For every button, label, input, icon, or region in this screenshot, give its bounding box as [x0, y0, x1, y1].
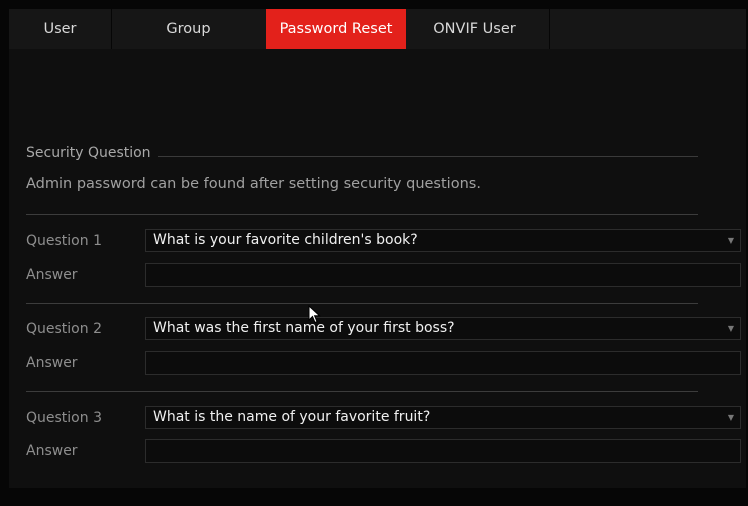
tab-group[interactable]: Group — [112, 9, 265, 49]
question-1-value: What is your favorite children's book? — [153, 232, 418, 248]
divider — [26, 214, 698, 215]
divider — [26, 303, 698, 304]
question-1-select[interactable]: What is your favorite children's book? ▼ — [145, 229, 741, 252]
answer-2-label: Answer — [26, 355, 78, 371]
tab-bar: User Group Password Reset ONVIF User — [9, 9, 746, 49]
chevron-down-icon: ▼ — [727, 413, 734, 422]
question-3-label: Question 3 — [26, 410, 102, 426]
question-3-value: What is the name of your favorite fruit? — [153, 409, 431, 425]
answer-3-input[interactable] — [145, 439, 741, 463]
mouse-pointer-icon — [308, 305, 321, 324]
question-2-value: What was the first name of your first bo… — [153, 320, 455, 336]
tab-divider — [549, 9, 550, 49]
divider — [26, 391, 698, 392]
answer-2-input[interactable] — [145, 351, 741, 375]
question-1-label: Question 1 — [26, 233, 102, 249]
section-title: Security Question — [26, 145, 151, 161]
answer-3-label: Answer — [26, 443, 78, 459]
section-divider — [158, 156, 698, 157]
chevron-down-icon: ▼ — [727, 324, 734, 333]
chevron-down-icon: ▼ — [727, 236, 734, 245]
question-2-label: Question 2 — [26, 321, 102, 337]
tab-user[interactable]: User — [9, 9, 111, 49]
answer-1-input[interactable] — [145, 263, 741, 287]
question-2-select[interactable]: What was the first name of your first bo… — [145, 317, 741, 340]
tab-onvif-user[interactable]: ONVIF User — [407, 9, 542, 49]
security-hint: Admin password can be found after settin… — [26, 176, 481, 192]
answer-1-label: Answer — [26, 267, 78, 283]
tab-password-reset[interactable]: Password Reset — [266, 9, 406, 49]
question-3-select[interactable]: What is the name of your favorite fruit?… — [145, 406, 741, 429]
